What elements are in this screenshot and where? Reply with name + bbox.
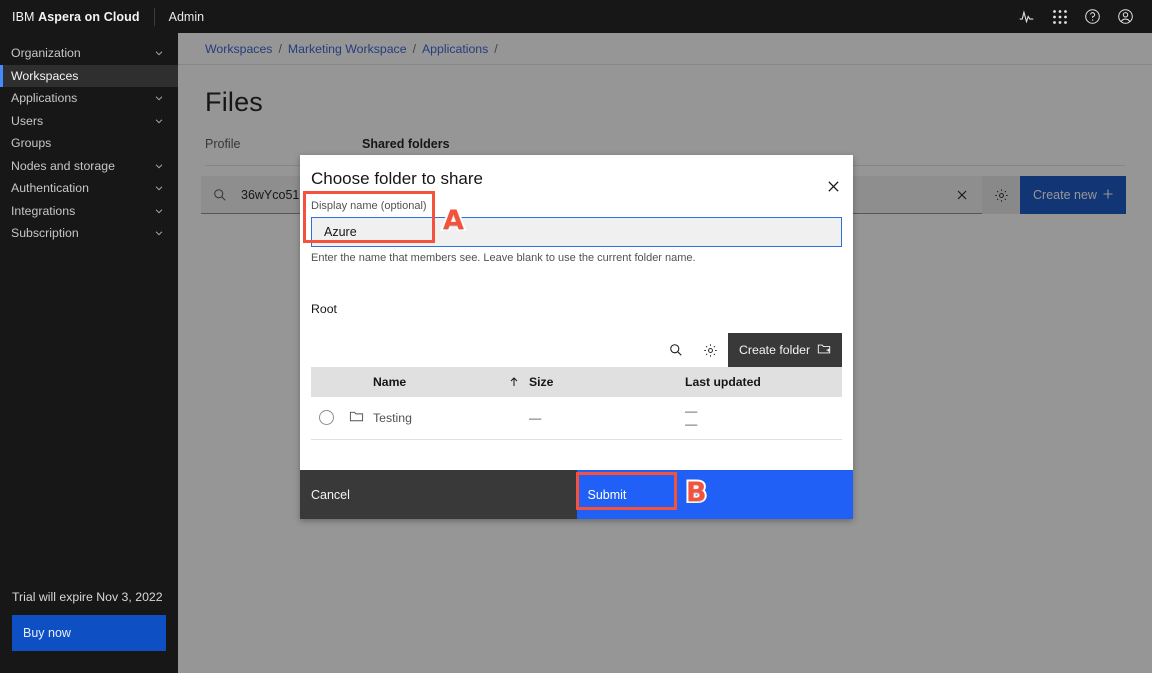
header-divider [153, 7, 155, 26]
modal-title: Choose folder to share [311, 169, 483, 188]
create-folder-button[interactable]: Create folder [728, 333, 842, 367]
app-switcher-icon[interactable] [1043, 0, 1076, 33]
folder-table-head: Name Size Last updated [311, 367, 842, 397]
sidebar-item-applications[interactable]: Applications [0, 87, 178, 110]
row-size-cell: — [529, 397, 685, 440]
trial-expiry-text: Trial will expire Nov 3, 2022 [12, 590, 163, 604]
chevron-down-icon [155, 231, 163, 236]
sidebar-item-nodes-and-storage[interactable]: Nodes and storage [0, 155, 178, 178]
sidebar-item-label: Applications [11, 91, 78, 106]
help-icon[interactable] [1076, 0, 1109, 33]
chevron-down-icon [155, 51, 163, 56]
sidebar-item-authentication[interactable]: Authentication [0, 177, 178, 200]
sidebar-item-label: Integrations [11, 203, 76, 218]
chevron-down-icon [155, 119, 163, 124]
sidebar-item-subscription[interactable]: Subscription [0, 222, 178, 245]
display-name-value: Azure [324, 225, 357, 239]
column-name[interactable]: Name [373, 367, 529, 397]
app-root: IBM Aspera on Cloud Admin Organization W… [0, 0, 1152, 673]
row-name-cell[interactable]: Testing [373, 397, 529, 440]
sidebar-item-label: Workspaces [11, 68, 79, 83]
sidebar-item-groups[interactable]: Groups [0, 132, 178, 155]
choose-folder-modal: Choose folder to share Display name (opt… [300, 155, 853, 519]
submit-button[interactable]: Submit [576, 470, 853, 519]
column-name-label: Name [373, 375, 407, 389]
chevron-down-icon [155, 209, 163, 214]
sidebar-item-integrations[interactable]: Integrations [0, 200, 178, 223]
modal-footer: Cancel Submit [300, 470, 853, 519]
user-avatar-icon[interactable] [1109, 0, 1142, 33]
chevron-down-icon [155, 186, 163, 191]
folder-browser-toolbar: Create folder [311, 333, 842, 367]
folder-table: Name Size Last updated Testing — — — [311, 367, 842, 440]
brand-name: Aspera on Cloud [38, 9, 140, 24]
annotation-marker-a: A [441, 203, 466, 238]
brand-logo[interactable]: IBM Aspera on Cloud [0, 10, 140, 24]
cancel-button[interactable]: Cancel [300, 470, 577, 519]
chevron-down-icon [155, 96, 163, 101]
radio-unselected-icon[interactable] [319, 410, 334, 426]
sidebar-item-users[interactable]: Users [0, 110, 178, 133]
sidebar-item-label: Authentication [11, 181, 89, 196]
global-header: IBM Aspera on Cloud Admin [0, 0, 1152, 33]
buy-now-button[interactable]: Buy now [12, 615, 166, 651]
close-icon[interactable] [813, 169, 853, 203]
last-updated-line-1: — [685, 403, 698, 418]
sidebar-item-workspaces[interactable]: Workspaces [0, 64, 178, 87]
display-name-label: Display name (optional) [311, 200, 427, 212]
last-updated-line-2: — [685, 416, 698, 431]
folder-icon [349, 409, 364, 427]
header-icon-group [1010, 0, 1152, 33]
gear-icon[interactable] [693, 333, 728, 367]
new-folder-icon [817, 342, 831, 359]
row-last-updated-cell: — — [685, 397, 842, 440]
admin-link[interactable]: Admin [169, 10, 204, 24]
modal-body: Display name (optional) Azure Enter the … [300, 200, 853, 470]
sidebar-item-label: Subscription [11, 226, 79, 241]
annotation-marker-b: B [684, 475, 709, 510]
sidebar-nav: Organization Workspaces Applications Use… [0, 33, 178, 245]
column-last-updated-label: Last updated [685, 375, 761, 389]
arrow-up-icon [510, 377, 518, 386]
column-select [311, 367, 373, 397]
display-name-helper-text: Enter the name that members see. Leave b… [311, 252, 696, 264]
row-select-cell [311, 397, 373, 440]
create-folder-label: Create folder [739, 343, 811, 357]
left-sidebar: Organization Workspaces Applications Use… [0, 33, 178, 673]
chevron-down-icon [155, 164, 163, 169]
sidebar-item-label: Nodes and storage [11, 158, 115, 173]
sidebar-item-label: Groups [11, 136, 52, 151]
table-header-row: Name Size Last updated [311, 367, 842, 397]
sidebar-item-label: Users [11, 113, 44, 128]
column-size[interactable]: Size [529, 367, 685, 397]
column-size-label: Size [529, 375, 554, 389]
activity-icon[interactable] [1010, 0, 1043, 33]
display-name-input[interactable]: Azure [311, 217, 842, 247]
brand-prefix: IBM [12, 9, 39, 24]
table-row[interactable]: Testing — — — [311, 397, 842, 440]
folder-path-root[interactable]: Root [311, 302, 842, 316]
search-icon[interactable] [658, 333, 693, 367]
sidebar-item-label: Organization [11, 46, 81, 61]
folder-table-body: Testing — — — [311, 397, 842, 440]
sidebar-item-organization[interactable]: Organization [0, 42, 178, 65]
modal-header: Choose folder to share [300, 155, 853, 200]
column-last-updated[interactable]: Last updated [685, 367, 842, 397]
